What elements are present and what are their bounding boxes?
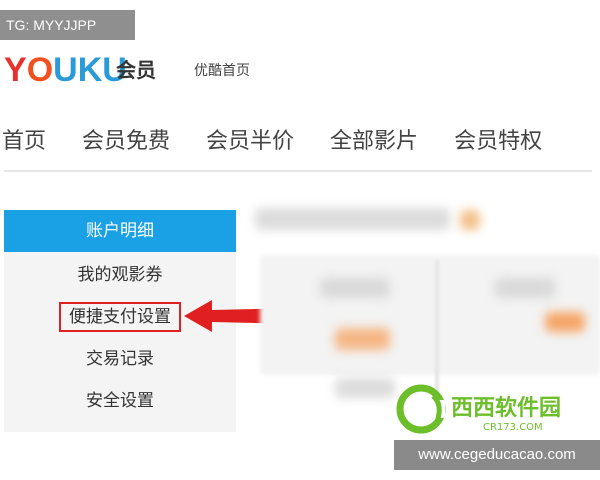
youku-logo[interactable]: YOUKU xyxy=(4,48,127,96)
blurred-badge xyxy=(545,312,585,332)
blurred-badge xyxy=(335,328,390,350)
nav-item-all-films[interactable]: 全部影片 xyxy=(330,127,418,157)
blurred-text xyxy=(495,278,555,298)
site-url-watermark: www.cegeducacao.com xyxy=(394,440,600,470)
blurred-icon xyxy=(460,210,480,230)
main-nav: 首页 会员免费 会员半价 全部影片 会员特权 xyxy=(0,122,600,162)
side-item-security-settings[interactable]: 安全设置 xyxy=(4,380,236,422)
nav-divider xyxy=(4,170,592,172)
logo-letter-y: Y xyxy=(4,51,27,89)
side-item-my-tickets[interactable]: 我的观影券 xyxy=(4,254,236,296)
youku-home-link[interactable]: 优酷首页 xyxy=(194,62,250,80)
logo-letter-k: K xyxy=(77,51,103,89)
blurred-text xyxy=(255,208,450,230)
blurred-text xyxy=(320,278,390,298)
quick-pay-label: 便捷支付设置 xyxy=(59,302,181,332)
nav-item-member-half-price[interactable]: 会员半价 xyxy=(206,127,294,157)
side-item-account-details[interactable]: 账户明细 xyxy=(4,210,236,252)
side-item-transaction-records[interactable]: 交易记录 xyxy=(4,338,236,380)
nav-item-member-privileges[interactable]: 会员特权 xyxy=(454,127,542,157)
logo-member-label: 会员 xyxy=(116,58,156,82)
blurred-text xyxy=(335,378,395,398)
site-logo-cn-text: 西西软件园 xyxy=(451,395,561,421)
site-logo-en-text: CR173.COM xyxy=(483,422,543,433)
logo-letter-u: U xyxy=(53,51,78,89)
nav-item-member-free[interactable]: 会员免费 xyxy=(82,127,170,157)
logo-letter-o: O xyxy=(26,51,54,89)
watermark-tag: TG: MYYJJPP xyxy=(0,10,135,40)
nav-item-home[interactable]: 首页 xyxy=(2,127,46,157)
site-watermark-logo: 西西软件园 CR173.COM xyxy=(396,384,561,434)
